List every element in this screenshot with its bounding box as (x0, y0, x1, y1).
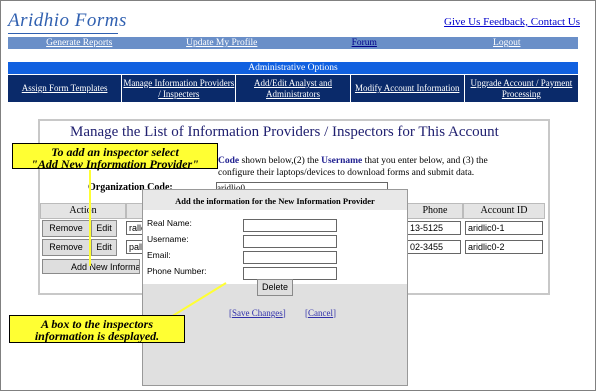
callout-top-line2: "Add New Information Provider" (31, 157, 199, 171)
callout-box-displayed: A box to the inspectors information is d… (9, 315, 185, 343)
callout-bottom-line2: information is desplayed. (34, 329, 160, 343)
callout-add-inspector: To add an inspector select "Add New Info… (12, 143, 218, 171)
